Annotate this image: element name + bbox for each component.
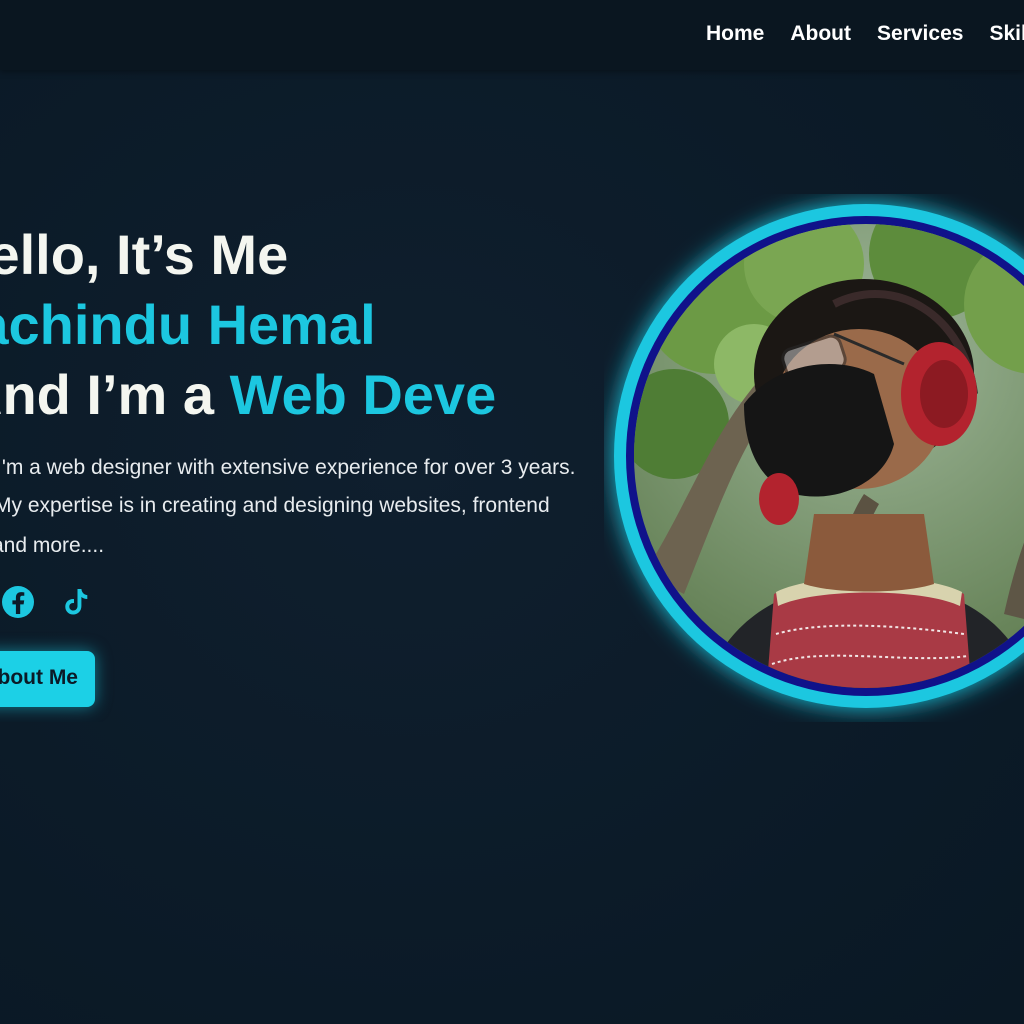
hero-description-line: and more.... [0,534,105,557]
hero-description-line: I'm a web designer with extensive experi… [0,456,576,479]
hero-greeting: Hello, It’s Me [0,223,289,286]
more-about-me-button[interactable]: More About Me [0,651,95,707]
hero-content: Hello, It’s Me Sachindu Hemal And I’m a … [0,222,580,722]
more-about-me-label: More About Me [0,666,78,689]
navbar: Home About Services Skills [0,0,1024,70]
hero-description-line: My expertise is in creating and designin… [0,494,550,517]
facebook-icon[interactable] [0,584,36,620]
hero-role-line: And I’m a Web Deve [0,362,496,428]
tiktok-icon[interactable] [58,584,94,620]
hero-name: Sachindu Hemal [0,293,376,356]
nav-link-about[interactable]: About [790,22,851,46]
nav-link-home[interactable]: Home [706,22,764,46]
profile-photo [634,224,1024,688]
hero-role-prefix: And I’m a [0,363,215,426]
nav-links: Home About Services Skills [706,22,1024,46]
profile-photo-graphic [614,204,1024,708]
profile-photo-frame [604,194,1024,722]
nav-link-services[interactable]: Services [877,22,963,46]
nav-link-skills[interactable]: Skills [989,22,1024,46]
hero-role-typed: Web Deve [229,363,497,426]
portfolio-page: Home About Services Skills Hello, It’s M… [0,0,1024,1024]
